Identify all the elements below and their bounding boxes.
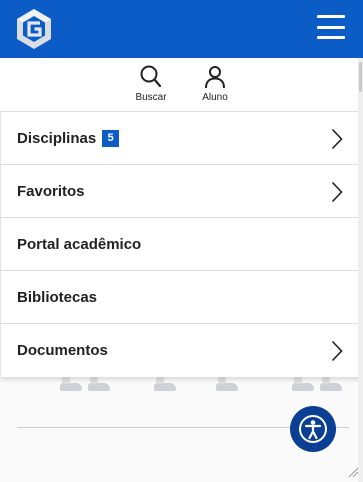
hamburger-line [317, 25, 345, 29]
menu-item-portal-academico[interactable]: Portal acadêmico [1, 218, 363, 271]
chevron-right-icon[interactable] [331, 340, 343, 362]
hamburger-line [317, 15, 345, 18]
decorative-illustration [60, 377, 82, 391]
count-badge: 5 [102, 129, 120, 147]
search-label: Buscar [135, 92, 167, 103]
menu-item-label: Documentos [17, 342, 108, 359]
menu-item-label: Portal acadêmico [17, 235, 142, 253]
decorative-illustration [292, 377, 314, 391]
menu-item-disciplinas[interactable]: Disciplinas 5 [1, 112, 363, 165]
search-icon [140, 65, 162, 88]
decorative-illustration [216, 377, 238, 391]
scrollbar-track[interactable] [358, 58, 363, 482]
decorative-illustration [320, 377, 342, 391]
menu-item-favoritos[interactable]: Favoritos [1, 165, 363, 218]
menu-item-label: Disciplinas [17, 129, 97, 147]
brand-logo-icon[interactable] [15, 8, 53, 50]
app-header [0, 0, 363, 58]
decorative-illustration [88, 377, 110, 391]
student-label: Aluno [202, 92, 228, 103]
resize-grip-icon[interactable] [347, 466, 359, 478]
hamburger-menu-button[interactable] [315, 12, 347, 42]
chevron-right-icon[interactable] [331, 181, 343, 203]
menu-item-label: Favoritos [17, 182, 85, 200]
quick-actions-bar: Buscar Aluno [0, 58, 363, 112]
chevron-right-icon[interactable] [331, 128, 343, 150]
accessibility-button[interactable] [290, 406, 336, 452]
student-button[interactable]: Aluno [190, 64, 240, 108]
menu-item-label: Bibliotecas [17, 288, 98, 306]
menu-item-documentos[interactable]: Documentos [1, 324, 363, 377]
accessibility-icon [299, 415, 327, 443]
menu-item-bibliotecas[interactable]: Bibliotecas [1, 271, 363, 324]
hamburger-line [317, 36, 345, 39]
main-menu: Disciplinas 5 Favoritos Portal acadêmico… [0, 112, 363, 377]
search-button[interactable]: Buscar [126, 64, 176, 108]
decorative-illustration [154, 377, 176, 391]
user-icon [205, 66, 225, 89]
scrollbar-thumb[interactable] [359, 62, 362, 92]
